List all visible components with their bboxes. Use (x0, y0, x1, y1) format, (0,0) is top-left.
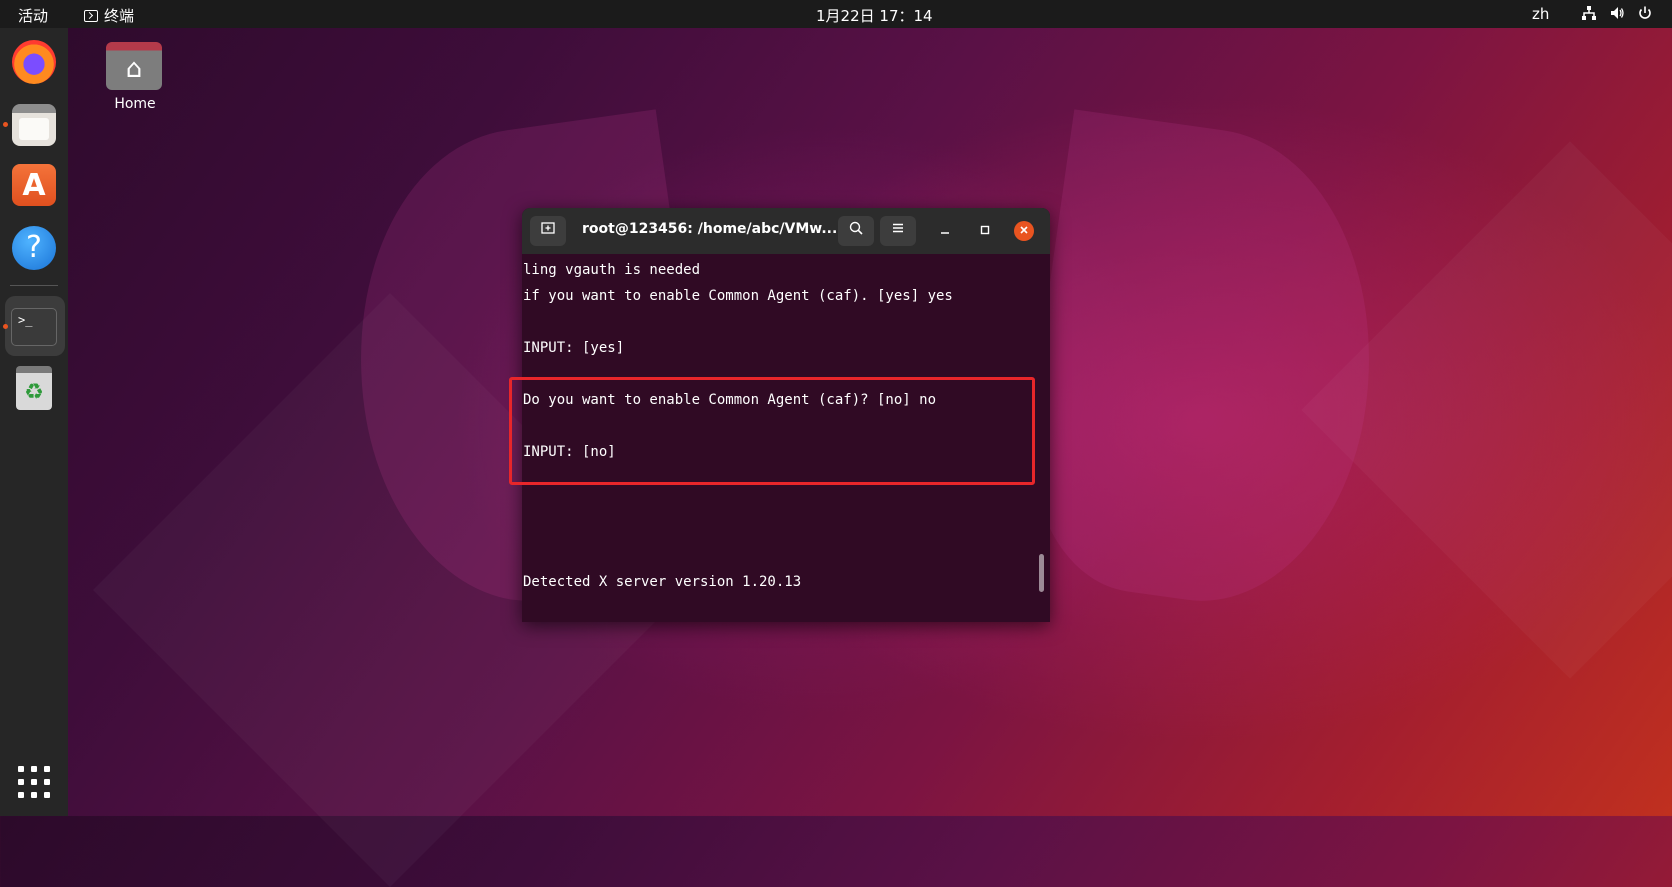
top-bar: 活动 终端 1月22日 17：14 zh (0, 0, 1672, 28)
home-folder-label[interactable]: Home (100, 96, 170, 112)
minimize-icon (941, 232, 949, 234)
hamburger-menu-icon (893, 223, 903, 233)
help-icon[interactable]: ? (12, 226, 56, 270)
terminal-line: Detected X server version 1.20.13 (523, 574, 802, 590)
terminal-line: ling vgauth is needed (523, 262, 701, 278)
activities-button[interactable]: 活动 (18, 5, 48, 26)
power-icon[interactable] (1636, 5, 1654, 23)
close-icon (1020, 226, 1028, 234)
app-grid-icon[interactable] (18, 766, 50, 798)
minimize-button[interactable] (935, 222, 955, 242)
firefox-icon[interactable] (12, 40, 56, 84)
clock[interactable]: 1月22日 17：14 (816, 5, 933, 26)
highlight-box (509, 377, 1035, 485)
terminal-scrollbar[interactable] (1039, 554, 1044, 592)
search-button[interactable] (838, 216, 874, 246)
network-icon[interactable] (1580, 5, 1598, 23)
new-tab-icon (541, 222, 555, 234)
home-folder-graphic (106, 42, 162, 90)
dock-separator (10, 285, 58, 286)
terminal-icon[interactable]: >_ (11, 308, 57, 346)
maximize-button[interactable] (975, 222, 995, 242)
input-language-indicator[interactable]: zh (1532, 5, 1549, 23)
app-menu-label: 终端 (104, 7, 135, 25)
search-icon (849, 221, 863, 235)
terminal-titlebar[interactable]: root@123456: /home/abc/VMw... (522, 208, 1050, 254)
dock: A ? >_ ♻ (0, 28, 68, 816)
terminal-line: INPUT: [yes] (523, 340, 625, 356)
volume-icon[interactable] (1608, 5, 1626, 23)
terminal-line: if you want to enable Common Agent (caf)… (523, 288, 953, 304)
app-menu-button[interactable]: 终端 (84, 5, 134, 26)
new-tab-button[interactable] (530, 216, 566, 246)
files-icon[interactable] (12, 104, 56, 146)
maximize-icon (980, 225, 990, 235)
wallpaper-wing-right (1008, 109, 1402, 621)
running-indicator (3, 122, 8, 127)
home-folder-icon[interactable] (106, 38, 162, 90)
close-button[interactable] (1014, 221, 1034, 241)
terminal-title: root@123456: /home/abc/VMw... (582, 221, 838, 237)
software-store-icon[interactable]: A (12, 164, 56, 206)
running-indicator (3, 324, 8, 329)
menu-button[interactable] (880, 216, 916, 246)
trash-icon[interactable]: ♻ (16, 366, 52, 410)
terminal-icon (84, 9, 98, 22)
